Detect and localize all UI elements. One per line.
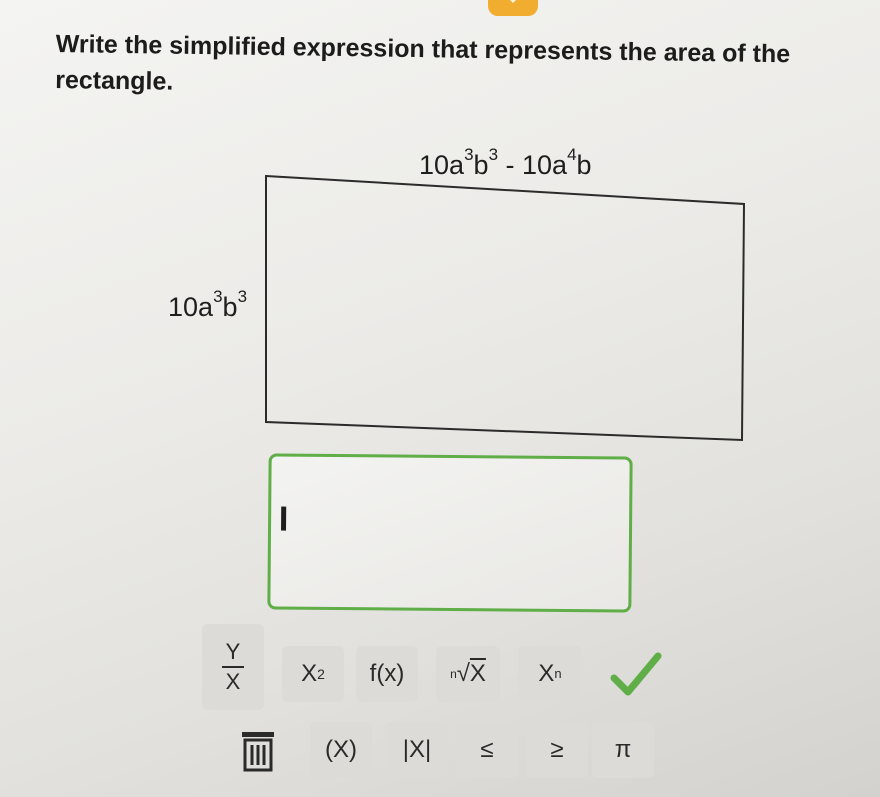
- function-key[interactable]: f(x): [356, 646, 418, 702]
- width-exp-1: 3: [213, 287, 223, 306]
- pi-key[interactable]: π: [592, 722, 654, 778]
- width-var-b: b: [222, 292, 238, 322]
- length-exp-3: 4: [567, 145, 577, 164]
- length-coef-2: - 10a: [498, 150, 568, 180]
- width-coef: 10a: [168, 292, 214, 322]
- fraction-bar: [222, 666, 244, 668]
- length-var-b-1: b: [473, 150, 489, 180]
- subscript-key[interactable]: Xn: [518, 646, 582, 702]
- fraction-key[interactable]: Y X: [202, 624, 264, 710]
- rectangle-length-label: 10a3b3 - 10a4b: [419, 146, 592, 181]
- length-var-b-2: b: [576, 150, 592, 180]
- length-coef-1: 10a: [419, 150, 465, 180]
- text-cursor: [281, 506, 287, 531]
- fraction-denominator: X: [225, 669, 241, 694]
- width-exp-2: 3: [237, 287, 248, 306]
- less-equal-key[interactable]: ≤: [456, 722, 518, 778]
- fraction-numerator: Y: [225, 639, 241, 664]
- top-tab-marker: [488, 0, 538, 16]
- less-equal-label: ≤: [480, 736, 494, 763]
- power-key[interactable]: X2: [282, 646, 344, 702]
- parentheses-label: (X): [325, 736, 357, 763]
- greater-equal-key[interactable]: ≥: [526, 722, 588, 778]
- trash-icon[interactable]: [236, 728, 280, 774]
- length-exp-2: 3: [488, 145, 499, 164]
- root-radicand: X: [469, 660, 486, 687]
- absolute-value-key[interactable]: |X|: [386, 722, 448, 778]
- greater-equal-label: ≥: [550, 736, 564, 763]
- subscript-base: X: [538, 660, 555, 687]
- checkmark-icon[interactable]: [606, 646, 666, 702]
- radical-icon: √: [456, 660, 470, 687]
- question-text: Write the simplified expression that rep…: [55, 26, 876, 109]
- pi-label: π: [614, 736, 632, 763]
- function-label: f(x): [369, 660, 405, 687]
- power-base: X: [301, 660, 318, 687]
- absolute-value-label: |X|: [402, 736, 432, 763]
- length-exp-1: 3: [464, 145, 474, 164]
- rectangle-shape: [265, 174, 746, 442]
- nth-root-key[interactable]: n √ X: [436, 646, 500, 702]
- answer-input[interactable]: [267, 453, 633, 613]
- parentheses-key[interactable]: (X): [310, 722, 372, 778]
- rectangle-width-label: 10a3b3: [168, 288, 247, 323]
